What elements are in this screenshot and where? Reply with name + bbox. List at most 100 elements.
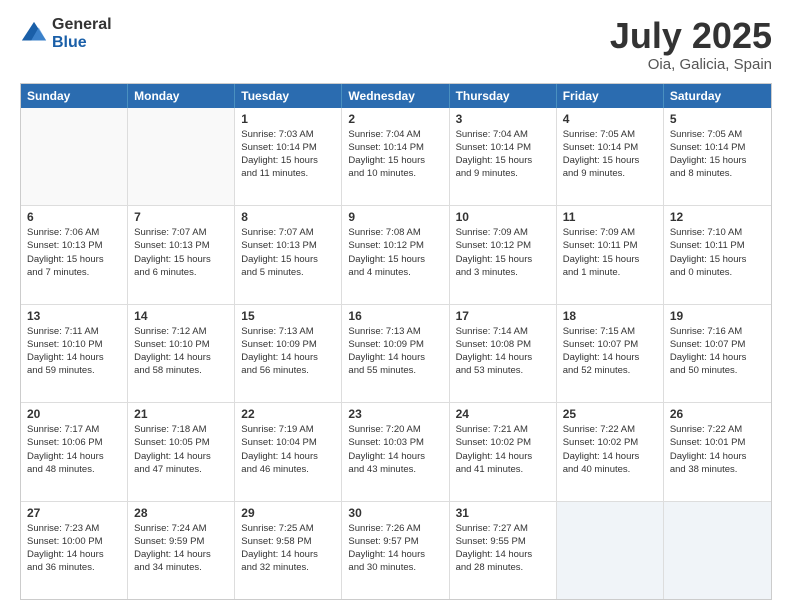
day-content: Sunrise: 7:10 AMSunset: 10:11 PMDaylight… [670, 226, 765, 279]
day-content: Sunrise: 7:08 AMSunset: 10:12 PMDaylight… [348, 226, 442, 279]
page: General Blue July 2025 Oia, Galicia, Spa… [0, 0, 792, 612]
calendar: SundayMondayTuesdayWednesdayThursdayFrid… [20, 83, 772, 600]
day-content: Sunrise: 7:04 AMSunset: 10:14 PMDaylight… [348, 128, 442, 181]
day-content: Sunrise: 7:03 AMSunset: 10:14 PMDaylight… [241, 128, 335, 181]
day-number: 23 [348, 407, 442, 421]
header-day-sunday: Sunday [21, 84, 128, 108]
calendar-row-3: 13Sunrise: 7:11 AMSunset: 10:10 PMDaylig… [21, 304, 771, 402]
day-number: 10 [456, 210, 550, 224]
day-content: Sunrise: 7:07 AMSunset: 10:13 PMDaylight… [134, 226, 228, 279]
day-number: 14 [134, 309, 228, 323]
day-number: 7 [134, 210, 228, 224]
empty-cell [21, 108, 128, 205]
header: General Blue July 2025 Oia, Galicia, Spa… [20, 16, 772, 73]
day-cell-16: 16Sunrise: 7:13 AMSunset: 10:09 PMDaylig… [342, 305, 449, 402]
day-number: 31 [456, 506, 550, 520]
day-content: Sunrise: 7:21 AMSunset: 10:02 PMDaylight… [456, 423, 550, 476]
day-number: 25 [563, 407, 657, 421]
day-content: Sunrise: 7:12 AMSunset: 10:10 PMDaylight… [134, 325, 228, 378]
day-cell-11: 11 Sunrise: 7:09 AMSunset: 10:11 PMDaylig… [557, 206, 664, 303]
day-cell-8: 8Sunrise: 7:07 AMSunset: 10:13 PMDayligh… [235, 206, 342, 303]
day-content: Sunrise: 7:27 AMSunset: 9:55 PMDaylight:… [456, 522, 550, 575]
day-number: 30 [348, 506, 442, 520]
day-cell-4: 4Sunrise: 7:05 AMSunset: 10:14 PMDayligh… [557, 108, 664, 205]
day-number: 21 [134, 407, 228, 421]
day-cell-10: 10 Sunrise: 7:09 AMSunset: 10:12 PMDaylig… [450, 206, 557, 303]
day-number: 28 [134, 506, 228, 520]
day-content: Sunrise: 7:18 AMSunset: 10:05 PMDaylight… [134, 423, 228, 476]
day-content: Sunrise: 7:06 AMSunset: 10:13 PMDaylight… [27, 226, 121, 279]
day-number: 12 [670, 210, 765, 224]
day-number: 6 [27, 210, 121, 224]
day-number: 17 [456, 309, 550, 323]
day-content: Sunrise: 7:17 AMSunset: 10:06 PMDaylight… [27, 423, 121, 476]
logo-general-text: General [52, 16, 112, 34]
day-content: Sunrise: 7:05 AMSunset: 10:14 PMDaylight… [670, 128, 765, 181]
day-cell-12: 12 Sunrise: 7:10 AMSunset: 10:11 PMDaylig… [664, 206, 771, 303]
day-cell-28: 28 Sunrise: 7:24 AMSunset: 9:59 PMDayligh… [128, 502, 235, 599]
day-cell-29: 29 Sunrise: 7:25 AMSunset: 9:58 PMDayligh… [235, 502, 342, 599]
day-number: 3 [456, 112, 550, 126]
day-content: Sunrise: 7:25 AMSunset: 9:58 PMDaylight:… [241, 522, 335, 575]
day-cell-6: 6 Sunrise: 7:06 AMSunset: 10:13 PMDayligh… [21, 206, 128, 303]
day-number: 19 [670, 309, 765, 323]
day-cell-22: 22Sunrise: 7:19 AMSunset: 10:04 PMDaylig… [235, 403, 342, 500]
day-number: 1 [241, 112, 335, 126]
day-number: 29 [241, 506, 335, 520]
day-content: Sunrise: 7:15 AMSunset: 10:07 PMDaylight… [563, 325, 657, 378]
day-cell-21: 21 Sunrise: 7:18 AMSunset: 10:05 PMDaylig… [128, 403, 235, 500]
day-content: Sunrise: 7:23 AMSunset: 10:00 PMDaylight… [27, 522, 121, 575]
day-cell-7: 7 Sunrise: 7:07 AMSunset: 10:13 PMDayligh… [128, 206, 235, 303]
day-content: Sunrise: 7:22 AMSunset: 10:02 PMDaylight… [563, 423, 657, 476]
day-cell-13: 13Sunrise: 7:11 AMSunset: 10:10 PMDaylig… [21, 305, 128, 402]
day-cell-25: 25 Sunrise: 7:22 AMSunset: 10:02 PMDaylig… [557, 403, 664, 500]
day-content: Sunrise: 7:09 AMSunset: 10:12 PMDaylight… [456, 226, 550, 279]
day-number: 11 [563, 210, 657, 224]
day-number: 20 [27, 407, 121, 421]
day-content: Sunrise: 7:04 AMSunset: 10:14 PMDaylight… [456, 128, 550, 181]
day-cell-3: 3 Sunrise: 7:04 AMSunset: 10:14 PMDayligh… [450, 108, 557, 205]
day-content: Sunrise: 7:20 AMSunset: 10:03 PMDaylight… [348, 423, 442, 476]
day-cell-31: 31 Sunrise: 7:27 AMSunset: 9:55 PMDayligh… [450, 502, 557, 599]
logo-blue-text: Blue [52, 34, 112, 52]
calendar-row-5: 27 Sunrise: 7:23 AMSunset: 10:00 PMDaylig… [21, 501, 771, 599]
day-cell-26: 26 Sunrise: 7:22 AMSunset: 10:01 PMDaylig… [664, 403, 771, 500]
logo-icon [20, 20, 48, 48]
day-content: Sunrise: 7:09 AMSunset: 10:11 PMDaylight… [563, 226, 657, 279]
day-cell-17: 17 Sunrise: 7:14 AMSunset: 10:08 PMDaylig… [450, 305, 557, 402]
day-number: 24 [456, 407, 550, 421]
day-number: 2 [348, 112, 442, 126]
day-content: Sunrise: 7:14 AMSunset: 10:08 PMDaylight… [456, 325, 550, 378]
calendar-row-2: 6 Sunrise: 7:06 AMSunset: 10:13 PMDayligh… [21, 205, 771, 303]
day-cell-23: 23 Sunrise: 7:20 AMSunset: 10:03 PMDaylig… [342, 403, 449, 500]
day-content: Sunrise: 7:13 AMSunset: 10:09 PMDaylight… [241, 325, 335, 378]
day-content: Sunrise: 7:22 AMSunset: 10:01 PMDaylight… [670, 423, 765, 476]
day-number: 8 [241, 210, 335, 224]
day-number: 5 [670, 112, 765, 126]
day-cell-9: 9 Sunrise: 7:08 AMSunset: 10:12 PMDayligh… [342, 206, 449, 303]
header-day-friday: Friday [557, 84, 664, 108]
calendar-row-1: 1 Sunrise: 7:03 AMSunset: 10:14 PMDayligh… [21, 108, 771, 205]
header-day-tuesday: Tuesday [235, 84, 342, 108]
day-number: 9 [348, 210, 442, 224]
day-cell-1: 1 Sunrise: 7:03 AMSunset: 10:14 PMDayligh… [235, 108, 342, 205]
day-cell-2: 2 Sunrise: 7:04 AMSunset: 10:14 PMDayligh… [342, 108, 449, 205]
calendar-body: 1 Sunrise: 7:03 AMSunset: 10:14 PMDayligh… [21, 108, 771, 599]
day-number: 4 [563, 112, 657, 126]
day-cell-14: 14 Sunrise: 7:12 AMSunset: 10:10 PMDaylig… [128, 305, 235, 402]
day-cell-5: 5 Sunrise: 7:05 AMSunset: 10:14 PMDayligh… [664, 108, 771, 205]
day-cell-20: 20 Sunrise: 7:17 AMSunset: 10:06 PMDaylig… [21, 403, 128, 500]
day-content: Sunrise: 7:16 AMSunset: 10:07 PMDaylight… [670, 325, 765, 378]
day-number: 26 [670, 407, 765, 421]
day-number: 27 [27, 506, 121, 520]
day-cell-19: 19 Sunrise: 7:16 AMSunset: 10:07 PMDaylig… [664, 305, 771, 402]
header-day-saturday: Saturday [664, 84, 771, 108]
day-content: Sunrise: 7:24 AMSunset: 9:59 PMDaylight:… [134, 522, 228, 575]
logo: General Blue [20, 16, 112, 51]
day-cell-24: 24 Sunrise: 7:21 AMSunset: 10:02 PMDaylig… [450, 403, 557, 500]
header-day-wednesday: Wednesday [342, 84, 449, 108]
logo-text: General Blue [52, 16, 112, 51]
calendar-subtitle: Oia, Galicia, Spain [610, 56, 772, 73]
empty-cell [664, 502, 771, 599]
header-day-thursday: Thursday [450, 84, 557, 108]
